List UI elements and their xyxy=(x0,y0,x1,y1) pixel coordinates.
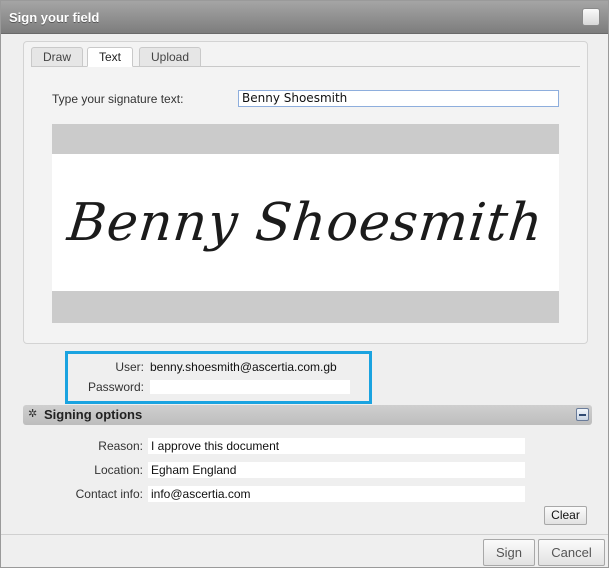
signature-panel: Draw Text Upload Type your signature tex… xyxy=(23,41,588,344)
tab-text[interactable]: Text xyxy=(87,47,134,67)
collapse-icon[interactable] xyxy=(576,408,589,421)
signature-text-input[interactable]: Benny Shoesmith xyxy=(238,90,559,107)
signing-options-title: Signing options xyxy=(44,407,143,422)
user-label: User: xyxy=(115,360,144,374)
password-label: Password: xyxy=(87,380,144,394)
location-label: Location: xyxy=(94,463,143,477)
location-field[interactable]: Egham England xyxy=(148,462,525,478)
tab-draw[interactable]: Draw xyxy=(31,47,84,67)
signature-text-label: Type your signature text: xyxy=(52,92,184,106)
credentials-highlight: User: benny.shoesmith@ascertia.com.gb Pa… xyxy=(65,351,372,404)
signature-preview-text: Benny Shoesmith xyxy=(64,192,547,253)
reason-label: Reason: xyxy=(98,439,143,453)
signing-options-header[interactable]: ✲ Signing options xyxy=(23,405,592,425)
password-input[interactable] xyxy=(150,380,350,394)
sign-button[interactable]: Sign xyxy=(483,539,535,566)
tab-upload[interactable]: Upload xyxy=(139,47,202,67)
user-value: benny.shoesmith@ascertia.com.gb xyxy=(150,360,337,374)
close-icon[interactable] xyxy=(582,8,600,26)
contact-info-field[interactable]: info@ascertia.com xyxy=(148,486,525,502)
signature-preview: Benny Shoesmith xyxy=(52,124,559,323)
clear-button[interactable]: Clear xyxy=(544,506,587,525)
contact-info-label: Contact info: xyxy=(75,487,143,501)
sign-field-dialog: Sign your field Draw Text Upload Type yo… xyxy=(0,0,609,568)
gear-icon: ✲ xyxy=(28,408,38,420)
dialog-titlebar[interactable]: Sign your field xyxy=(1,1,608,34)
dialog-title: Sign your field xyxy=(9,10,100,25)
reason-field[interactable]: I approve this document xyxy=(148,438,525,454)
signature-preview-canvas: Benny Shoesmith xyxy=(52,154,559,291)
footer-divider xyxy=(1,534,608,535)
cancel-button[interactable]: Cancel xyxy=(538,539,605,566)
